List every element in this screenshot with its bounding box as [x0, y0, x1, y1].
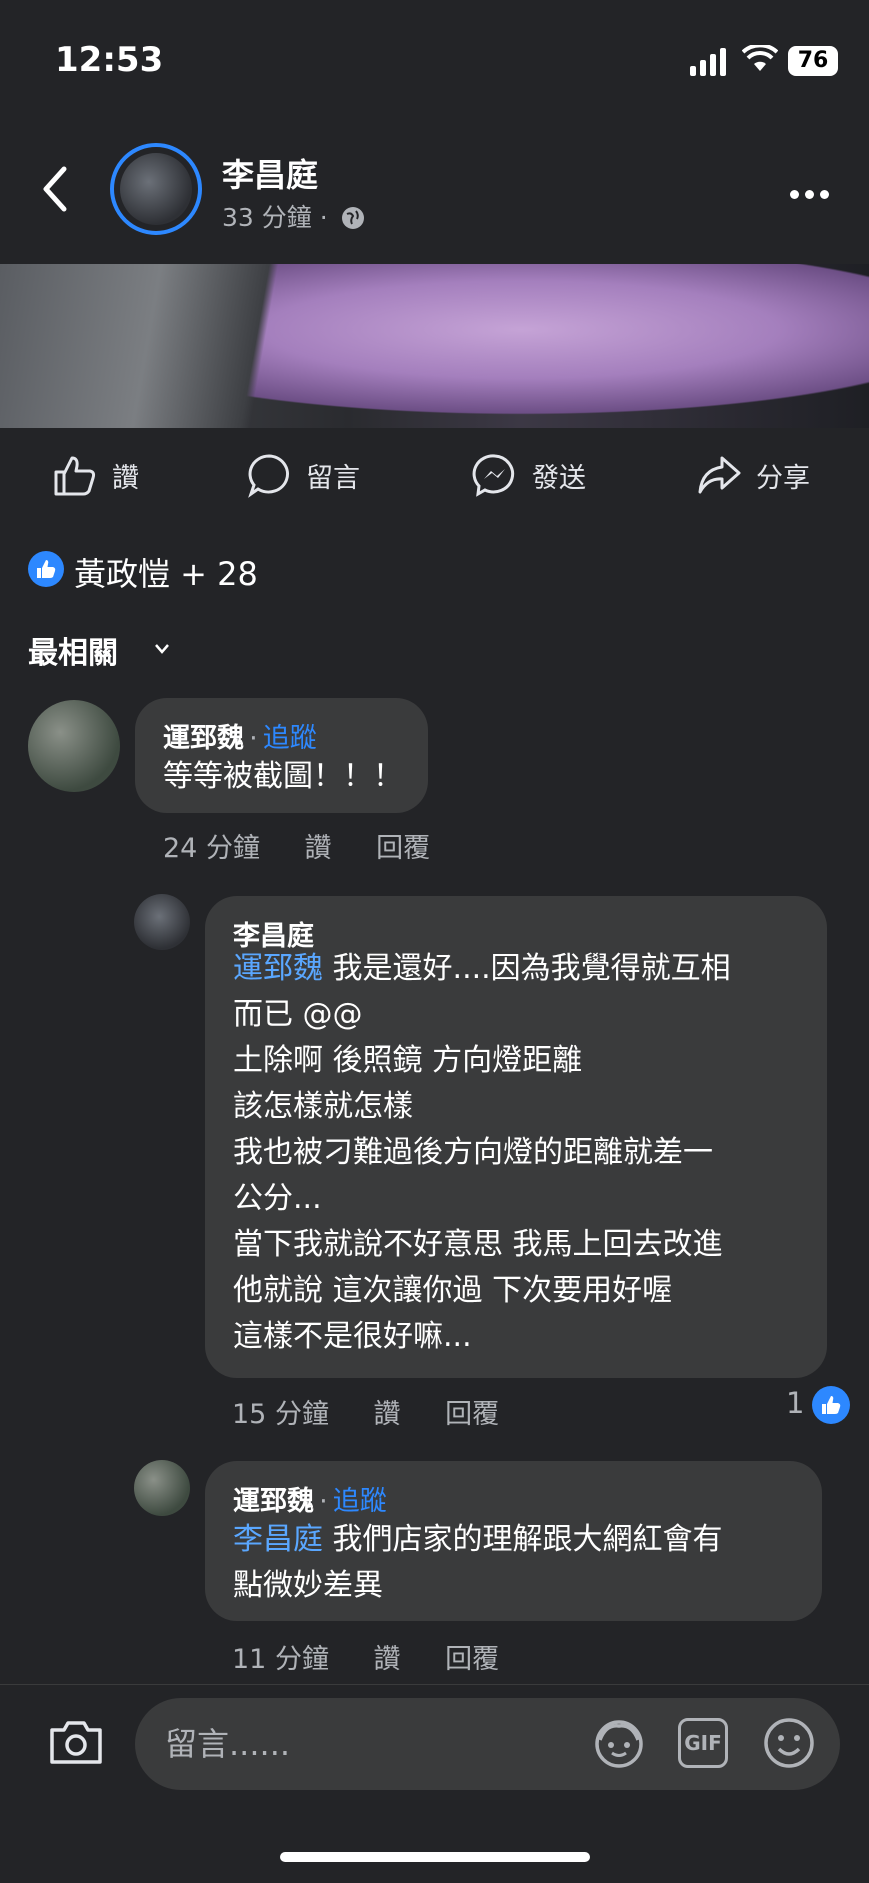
comment-time: 11 分鐘 — [232, 1644, 329, 1675]
comment-line: 他就說 這次讓你過 下次要用好喔 — [233, 1273, 673, 1308]
cellular-signal-icon — [690, 48, 730, 76]
comment-meta: 15 分鐘 讚 回覆 — [232, 1392, 499, 1431]
sort-dropdown[interactable]: 最相關 — [28, 628, 118, 672]
send-button[interactable]: 發送 — [472, 452, 586, 498]
avatar-sticker-icon[interactable] — [592, 1718, 646, 1774]
comment-line: 我們店家的理解跟大網紅會有 — [323, 1522, 723, 1557]
comment-like-button[interactable]: 讚 — [374, 1644, 401, 1675]
comment-meta: 24 分鐘 讚 回覆 — [163, 826, 430, 865]
more-options-button[interactable] — [790, 184, 835, 203]
dot-separator: · — [249, 723, 258, 754]
comment-icon — [248, 454, 289, 498]
mention-link[interactable]: 李昌庭 — [233, 1522, 323, 1557]
post-author-name[interactable]: 李昌庭 — [222, 150, 318, 196]
commenter-avatar[interactable] — [134, 894, 190, 950]
comment-reply-button[interactable]: 回覆 — [445, 1644, 499, 1675]
camera-icon[interactable] — [48, 1718, 104, 1770]
commenter-name[interactable]: 運郅魏 — [163, 723, 244, 754]
comment-text: 李昌庭 我們店家的理解跟大網紅會有 點微妙差異 — [233, 1517, 813, 1609]
mention-link[interactable]: 運郅魏 — [233, 951, 323, 986]
post-meta: 33 分鐘 · — [222, 198, 366, 234]
comment-header: 運郅魏 · 追蹤 — [163, 716, 317, 755]
commenter-name[interactable]: 運郅魏 — [233, 1486, 314, 1517]
wifi-icon — [741, 43, 779, 77]
commenter-avatar[interactable] — [28, 700, 120, 792]
share-label: 分享 — [756, 462, 810, 494]
home-indicator[interactable] — [280, 1852, 590, 1862]
follow-link[interactable]: 追蹤 — [263, 723, 317, 754]
share-icon — [698, 456, 741, 494]
avatar-photo — [120, 153, 192, 225]
send-label: 發送 — [532, 462, 586, 494]
like-label: 讚 — [112, 462, 139, 494]
comment-time: 24 分鐘 — [163, 833, 260, 864]
comment-line: 我是還好....因為我覺得就互相 — [323, 951, 731, 986]
post-photo[interactable] — [0, 264, 869, 428]
follow-link[interactable]: 追蹤 — [333, 1486, 387, 1517]
comment-bubble: 運郅魏 · 追蹤 李昌庭 我們店家的理解跟大網紅會有 點微妙差異 — [205, 1461, 822, 1621]
comment-button[interactable]: 留言 — [246, 452, 360, 498]
comment-line: 而已 @@ — [233, 997, 363, 1032]
dot-separator: · — [319, 1486, 328, 1517]
comment-bubble: 運郅魏 · 追蹤 等等被截圖！！！ — [135, 698, 428, 813]
comment-line: 這樣不是很好嘛... — [233, 1319, 472, 1354]
like-reaction-icon[interactable] — [28, 551, 64, 587]
reaction-summary[interactable]: 黃政愷 + 28 — [74, 549, 258, 595]
comment-meta: 11 分鐘 讚 回覆 — [232, 1637, 499, 1676]
gif-button[interactable]: GIF — [678, 1718, 728, 1768]
thumbs-up-icon — [54, 456, 96, 496]
like-reaction-icon[interactable] — [812, 1386, 850, 1424]
comment-line: 公分... — [233, 1181, 322, 1216]
comment-line: 我也被刁難過後方向燈的距離就差一 — [233, 1135, 713, 1170]
comment-line: 土除啊 後照鏡 方向燈距離 — [233, 1043, 583, 1078]
share-button[interactable]: 分享 — [696, 452, 810, 498]
comment-like-count[interactable]: 1 — [786, 1386, 804, 1420]
comment-text: 等等被截圖！！！ — [163, 759, 403, 794]
commenter-avatar[interactable] — [134, 1460, 190, 1516]
status-time: 12:53 — [55, 40, 164, 80]
battery-icon: 76 — [788, 46, 838, 76]
comment-line: 該怎樣就怎樣 — [233, 1089, 413, 1124]
comment-text: 運郅魏 我是還好....因為我覺得就互相 而已 @@ 土除啊 後照鏡 方向燈距離… — [233, 946, 813, 1360]
like-button[interactable]: 讚 — [52, 452, 139, 498]
meta-separator: · — [319, 203, 328, 232]
comment-reply-button[interactable]: 回覆 — [376, 833, 430, 864]
chevron-down-icon[interactable] — [154, 640, 170, 659]
comment-line: 點微妙差異 — [233, 1568, 383, 1603]
comment-input[interactable]: 留言...... — [135, 1698, 840, 1790]
post-time: 33 分鐘 — [222, 203, 312, 232]
emoji-icon[interactable] — [762, 1716, 816, 1774]
author-avatar[interactable] — [110, 143, 202, 235]
comment-label: 留言 — [306, 462, 360, 494]
comment-like-button[interactable]: 讚 — [374, 1399, 401, 1430]
back-button[interactable] — [40, 165, 70, 217]
comment-reply-button[interactable]: 回覆 — [445, 1399, 499, 1430]
comment-header: 運郅魏 · 追蹤 — [233, 1479, 387, 1518]
comment-like-button[interactable]: 讚 — [305, 833, 332, 864]
comment-bubble: 李昌庭 運郅魏 我是還好....因為我覺得就互相 而已 @@ 土除啊 後照鏡 方… — [205, 896, 827, 1378]
comment-time: 15 分鐘 — [232, 1399, 329, 1430]
globe-icon — [341, 207, 364, 229]
messenger-icon — [472, 454, 515, 497]
comment-line: 當下我就說不好意思 我馬上回去改進 — [233, 1227, 723, 1262]
